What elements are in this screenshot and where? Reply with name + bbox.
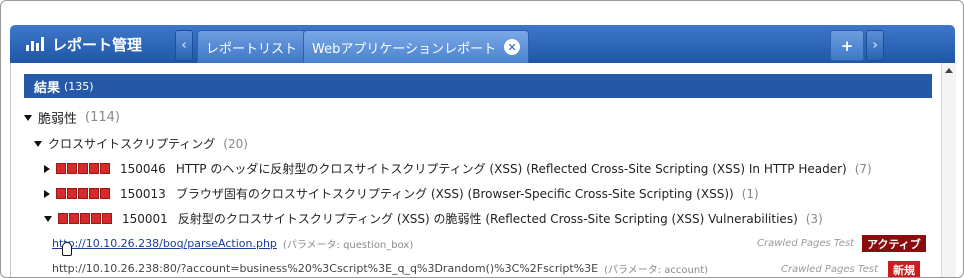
vuln-item-count: (7) [854,161,872,176]
vuln-item-count: (3) [805,211,823,226]
vuln-item-title: 反射型のクロスサイトスクリプティング (XSS) の脆弱性 (Reflected… [177,212,798,226]
status-badge: 新規 [888,261,920,277]
tab-report-list[interactable]: レポートリスト [197,30,307,63]
expand-icon[interactable] [44,189,50,198]
vuln-item[interactable]: 150001 反射型のクロスサイトスクリプティング (XSS) の脆弱性 (Re… [44,210,823,227]
severity-level-icon [56,188,110,199]
vulnerabilities-count: (114) [85,110,120,125]
detail-row: http://10.10.26.238:80/?account=business… [52,261,708,276]
detail-url-link[interactable]: http://10.10.26.238:80/?account=business… [52,262,598,275]
add-tab-button[interactable]: + [830,30,864,61]
status-badge: アクティブ [862,235,926,252]
collapse-icon[interactable] [34,140,42,147]
bar-chart-icon [26,37,44,51]
expand-icon[interactable] [44,164,50,173]
detail-param: (パラメータ: question_box) [282,240,414,251]
vuln-item-title: HTTP のヘッダに反射型のクロスサイトスクリプティング (XSS) (Refl… [175,162,847,176]
tab-web-app-report[interactable]: Webアプリケーションレポート ✕ [303,30,530,63]
top-bar: レポート管理 ‹ レポートリスト Webアプリケーションレポート ✕ + › [10,25,955,63]
vuln-item-title: ブラウザ固有のクロスサイトスクリプティング (XSS) (Browser-Spe… [175,187,734,201]
scroll-up-icon[interactable] [945,68,953,73]
results-header[interactable]: 結果 (135) [24,74,932,98]
severity-level-icon [58,213,112,224]
app-title: レポート管理 [26,25,142,63]
detail-url-link[interactable]: http://10.10.26.238/boq/parseAction.php [52,237,277,250]
tree-node-xss[interactable]: クロスサイトスクリプティング (20) [34,135,248,152]
vertical-scrollbar[interactable] [941,63,956,277]
tab-prev-button[interactable]: ‹ [175,30,193,61]
vuln-item-id: 150046 [120,161,166,176]
vuln-item-count: (1) [741,186,759,201]
vuln-item-id: 150013 [120,186,166,201]
tree-node-vulnerabilities[interactable]: 脆弱性 (114) [24,108,120,127]
vuln-item[interactable]: 150013 ブラウザ固有のクロスサイトスクリプティング (XSS) (Brow… [44,185,759,202]
report-window: レポート管理 ‹ レポートリスト Webアプリケーションレポート ✕ + › 結… [0,0,964,278]
tab-report-list-label: レポートリスト [206,41,298,57]
hand-cursor-icon [62,242,72,256]
tab-next-button[interactable]: › [866,30,884,61]
vuln-item-id: 150001 [122,211,168,226]
tab-web-app-report-label: Webアプリケーションレポート [312,41,497,57]
results-label: 結果 [34,80,61,96]
results-count: (135) [64,79,94,93]
crawl-label: Crawled Pages Test [757,238,855,249]
collapse-icon[interactable] [24,114,32,121]
app-title-label: レポート管理 [52,35,143,54]
close-icon[interactable]: ✕ [504,39,521,55]
detail-row: http://10.10.26.238/boq/parseAction.php … [52,236,413,251]
xss-label: クロスサイトスクリプティング [48,137,216,151]
severity-level-icon [56,163,110,174]
report-content: 結果 (135) 脆弱性 (114) クロスサイトスクリプティング (20) 1… [10,63,956,277]
collapse-icon[interactable] [44,215,52,222]
detail-param: (パラメータ: account) [604,265,709,276]
vuln-item[interactable]: 150046 HTTP のヘッダに反射型のクロスサイトスクリプティング (XSS… [44,160,872,177]
vulnerabilities-label: 脆弱性 [38,112,78,127]
crawl-label: Crawled Pages Test [781,264,879,275]
xss-count: (20) [223,136,248,151]
